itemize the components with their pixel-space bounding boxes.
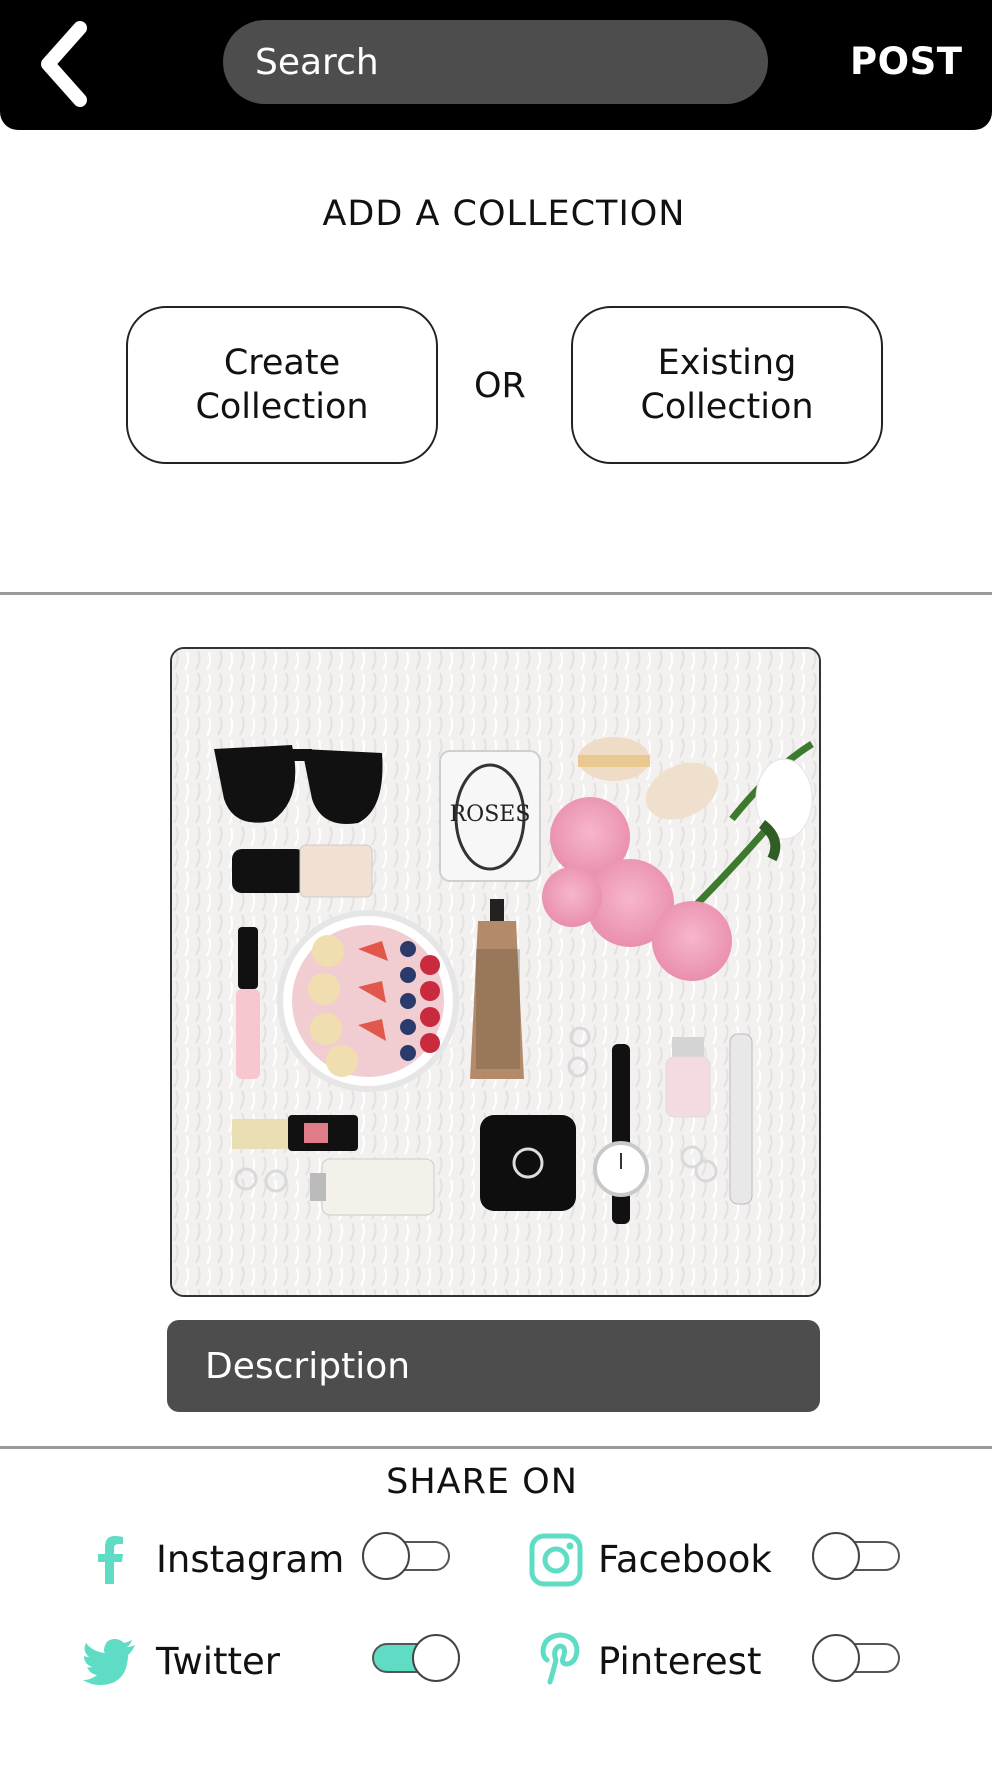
share-label-pinterest: Pinterest (598, 1640, 762, 1683)
description-field[interactable] (167, 1320, 820, 1412)
perfume (310, 1158, 435, 1216)
pinterest-icon (540, 1632, 580, 1685)
candle-label: ROSES (450, 802, 531, 827)
pinterest-toggle[interactable] (812, 1634, 900, 1682)
chevron-left-icon (41, 21, 87, 107)
existing-collection-label: Existing Collection (640, 343, 814, 427)
lip-gloss (236, 927, 260, 1079)
candle: ROSES (439, 750, 541, 882)
foundation-bottle (232, 844, 373, 898)
share-label-facebook: Facebook (598, 1538, 772, 1581)
top-bar: POST (0, 0, 992, 130)
post-button[interactable]: POST (850, 40, 962, 83)
create-collection-label: Create Collection (195, 343, 369, 427)
twitter-bird-icon (83, 1639, 135, 1685)
post-photo: ROSES (170, 647, 821, 1297)
search-input[interactable] (253, 40, 737, 84)
create-collection-button[interactable]: Create Collection (126, 306, 438, 464)
instagram-toggle[interactable] (362, 1532, 450, 1580)
facebook-f-icon (98, 1536, 123, 1584)
divider (0, 1446, 992, 1449)
lipstick (232, 1115, 358, 1151)
compact (480, 1115, 576, 1211)
or-separator: OR (474, 366, 526, 406)
nail-polish (665, 1037, 711, 1118)
divider (0, 592, 992, 595)
facebook-toggle[interactable] (812, 1532, 900, 1580)
description-input[interactable] (203, 1344, 797, 1388)
twitter-toggle[interactable] (372, 1634, 460, 1682)
instagram-icon (529, 1533, 583, 1587)
share-label-instagram: Instagram (156, 1538, 345, 1581)
back-button[interactable] (36, 20, 96, 108)
share-heading: SHARE ON (386, 1462, 578, 1502)
add-collection-heading: ADD A COLLECTION (322, 194, 686, 234)
existing-collection-button[interactable]: Existing Collection (571, 306, 883, 464)
search-field[interactable] (223, 20, 768, 104)
share-label-twitter: Twitter (156, 1640, 281, 1683)
smoothie-bowl (277, 910, 459, 1092)
mascara (729, 1033, 753, 1205)
hand-cream-tube (470, 899, 524, 1079)
